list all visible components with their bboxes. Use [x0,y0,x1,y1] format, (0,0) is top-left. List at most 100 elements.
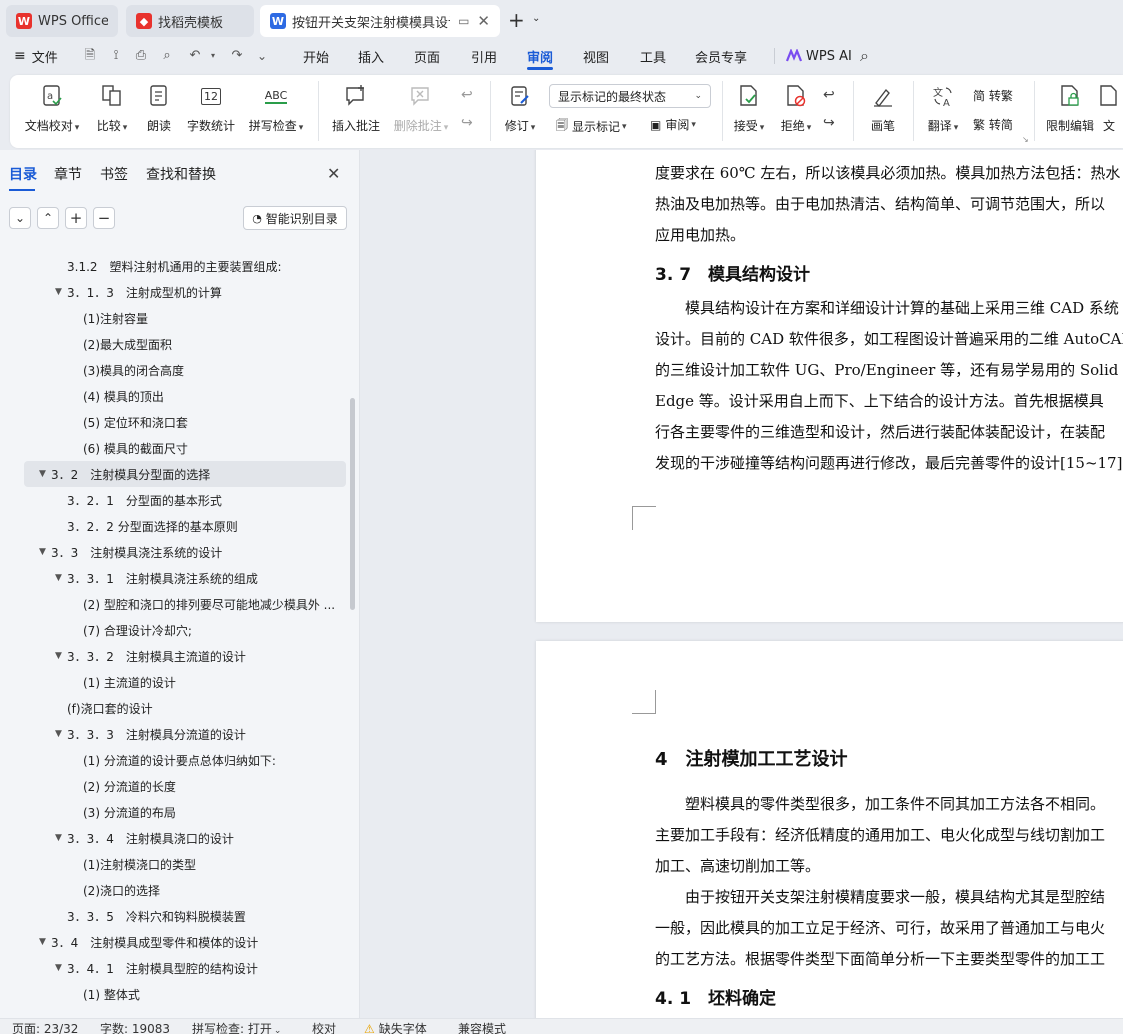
translate-button[interactable]: 文A 翻译 ▾ [913,83,973,134]
more-chevron-icon[interactable]: ⌄ [254,48,270,64]
toc-item[interactable]: 3．3．5 冷料穴和钩料脱模装置 [0,903,350,929]
word-count-indicator[interactable]: 字数: 19083 [100,1020,170,1034]
read-aloud-button[interactable]: 朗读 [129,83,189,134]
insert-comment-button[interactable]: 插入批注 [326,83,386,134]
toc-item[interactable]: ▼ 3．3 注射模具浇注系统的设计 [0,539,350,565]
close-pane-icon[interactable]: ✕ [327,164,340,183]
spell-check-button[interactable]: ABC 拼写检查 ▾ [246,83,306,134]
toc-item[interactable]: (2) 型腔和浇口的排列要尽可能地减少模具外 ... [0,591,350,617]
menu-start[interactable]: 开始 [303,40,329,72]
menu-view[interactable]: 视图 [583,40,609,72]
tab-document[interactable]: W 按钮开关支架注射模模具设计 ▭ ✕ [260,5,500,37]
to-traditional-button[interactable]: 简 转繁 [973,87,1013,104]
review-pane-button[interactable]: ▣ 审阅 ▾ [650,116,696,133]
delete-comment-button[interactable]: 删除批注 ▾ [391,83,451,134]
track-changes-button[interactable]: 修订 ▾ [490,83,550,134]
tab-bookmarks[interactable]: 书签 [100,164,128,184]
undo-dropdown-icon[interactable]: ▾ [205,48,221,64]
toc-expand-icon[interactable]: ▼ [55,729,67,739]
tab-wps-office[interactable]: W WPS Office [6,5,118,37]
toc-item[interactable]: (1) 分流道的设计要点总体归纳如下: [0,747,350,773]
tab-sections[interactable]: 章节 [54,164,82,184]
menu-reference[interactable]: 引用 [471,40,497,72]
toc-item[interactable]: (3) 分流道的布局 [0,799,350,825]
tab-find-replace[interactable]: 查找和替换 [146,164,216,184]
window-restore-icon[interactable]: ▭ [458,14,469,28]
group-launcher-icon[interactable]: ↘ [1022,135,1029,144]
spell-check-status[interactable]: 拼写检查: 打开 ⌄ [192,1020,281,1034]
toc-expand-icon[interactable]: ▼ [39,547,51,557]
collapse-all-button[interactable]: ⌄ [9,207,31,229]
print-icon[interactable]: ⎙ [133,48,149,64]
previous-comment-icon[interactable]: ↩ [461,87,473,103]
print-preview-icon[interactable]: ⌕ [159,48,175,64]
doc-more-button[interactable]: 文 [1095,83,1123,134]
toc-item[interactable]: (1) 主流道的设计 [0,669,350,695]
tab-list-chevron-icon[interactable]: ⌄ [532,13,540,24]
toc-expand-icon[interactable]: ▼ [55,833,67,843]
page-indicator[interactable]: 页面: 23/32 [12,1020,78,1034]
undo-icon[interactable]: ↶ [187,48,203,64]
menu-member[interactable]: 会员专享 [695,40,747,72]
redo-icon[interactable]: ↷ [229,48,245,64]
toc-item[interactable]: (3)模具的闭合高度 [0,357,350,383]
to-simplified-button[interactable]: 繁 转简 [973,116,1013,133]
word-count-button[interactable]: 12 字数统计 [181,83,241,134]
toc-item[interactable]: ▼ 3．3．2 注射模具主流道的设计 [0,643,350,669]
toc-item[interactable]: ▼ 3．1．3 注射成型机的计算 [0,279,350,305]
next-comment-icon[interactable]: ↪ [461,115,473,131]
toc-item[interactable]: ▼ 3．3．4 注射模具浇口的设计 [0,825,350,851]
save-icon[interactable]: 🗎 [82,48,98,64]
show-markup-button[interactable]: 🗐 显示标记 ▾ [556,116,627,137]
toc-item[interactable]: ▼ 3．4 注射模具成型零件和模体的设计 [0,929,350,955]
file-menu[interactable]: ≡ 文件 [14,40,58,72]
reject-button[interactable]: 拒绝 ▾ [766,83,826,134]
toc-item[interactable]: (4) 模具的顶出 [0,383,350,409]
expand-up-button[interactable]: ⌃ [37,207,59,229]
menu-review[interactable]: 审阅 [527,40,554,72]
toc-item[interactable]: 3.1.2 塑料注射机通用的主要装置组成: [0,253,350,279]
document-page[interactable]: 度要求在 60℃ 左右，所以该模具必须加热。模具加热方法包括：热水 热油及电加热… [536,150,1123,622]
compat-mode-status[interactable]: 兼容模式 [458,1020,506,1034]
toc-scrollbar[interactable] [350,398,355,610]
pen-button[interactable]: 画笔 [853,83,913,134]
tab-template[interactable]: ◆ 找稻壳模板 [126,5,254,37]
missing-font-status[interactable]: ⚠ 缺失字体 [364,1020,427,1034]
toc-item[interactable]: ▼ 3．3．1 注射模具浇注系统的组成 [0,565,350,591]
toc-item[interactable]: (2) 分流道的长度 [0,773,350,799]
add-heading-button[interactable]: + [65,207,87,229]
toc-item[interactable]: ▼ 3．3．3 注射模具分流道的设计 [0,721,350,747]
toc-expand-icon[interactable]: ▼ [55,287,67,297]
toc-item[interactable]: (5) 定位环和浇口套 [0,409,350,435]
smart-toc-button[interactable]: ◔ 智能识别目录 [243,206,347,230]
doc-check-button[interactable]: a 文档校对 ▾ [22,83,82,134]
previous-change-icon[interactable]: ↩ [823,87,835,103]
toc-expand-icon[interactable]: ▼ [39,937,51,947]
menu-page[interactable]: 页面 [414,40,440,72]
toc-expand-icon[interactable]: ▼ [55,573,67,583]
toc-item[interactable]: (1)注射模浇口的类型 [0,851,350,877]
wps-ai-button[interactable]: WPS AI [786,40,852,72]
markup-mode-select[interactable]: 显示标记的最终状态 ⌄ [549,84,711,108]
next-change-icon[interactable]: ↪ [823,115,835,131]
toc-item[interactable]: ▼ 3．4．1 注射模具型腔的结构设计 [0,955,350,981]
toc-item[interactable]: ▼ 3．2 注射模具分型面的选择 [24,461,346,487]
new-tab-icon[interactable]: + [508,8,525,32]
proofread-status[interactable]: 校对 [312,1020,336,1034]
remove-heading-button[interactable]: − [93,207,115,229]
toc-item[interactable]: (2)最大成型面积 [0,331,350,357]
toc-item[interactable]: (7) 合理设计冷却穴; [0,617,350,643]
toc-item[interactable]: (f)浇口套的设计 [0,695,350,721]
toc-expand-icon[interactable]: ▼ [55,651,67,661]
toc-item[interactable]: 3．2．2 分型面选择的基本原则 [0,513,350,539]
toc-item[interactable]: (1)注射容量 [0,305,350,331]
toc-item[interactable]: (2)浇口的选择 [0,877,350,903]
tab-toc[interactable]: 目录 [9,164,37,191]
document-page[interactable]: 4 注射模加工工艺设计 塑料模具的零件类型很多，加工条件不同其加工方法各不相同。… [536,641,1123,1018]
toc-item[interactable]: (1) 整体式 [0,981,350,1007]
search-icon[interactable]: ⌕ [860,46,869,66]
toc-item[interactable]: (6) 模具的截面尺寸 [0,435,350,461]
menu-insert[interactable]: 插入 [358,40,384,72]
menu-tools[interactable]: 工具 [640,40,666,72]
close-tab-icon[interactable]: ✕ [477,12,490,30]
